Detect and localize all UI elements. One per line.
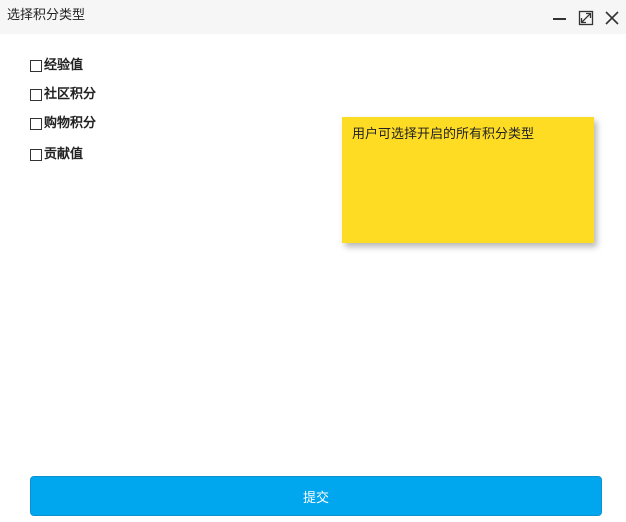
option-community-points-label: 社区积分: [44, 87, 97, 102]
close-icon: [605, 11, 619, 25]
minimize-icon: [553, 18, 566, 20]
maximize-button[interactable]: [577, 9, 595, 27]
minimize-button[interactable]: [551, 9, 569, 27]
checkbox-contribution[interactable]: [30, 149, 42, 161]
window-titlebar: 选择积分类型: [0, 0, 626, 34]
checkbox-shopping-points[interactable]: [30, 118, 42, 130]
option-experience[interactable]: 经验值: [30, 58, 83, 74]
close-button[interactable]: [603, 9, 621, 27]
sticky-note: 用户可选择开启的所有积分类型: [342, 117, 594, 243]
option-shopping-points-label: 购物积分: [44, 116, 97, 131]
maximize-icon: [578, 10, 594, 26]
option-shopping-points[interactable]: 购物积分: [30, 116, 96, 132]
option-experience-label: 经验值: [44, 58, 84, 73]
option-contribution[interactable]: 贡献值: [30, 147, 83, 163]
sticky-note-text: 用户可选择开启的所有积分类型: [352, 127, 535, 142]
option-community-points[interactable]: 社区积分: [30, 87, 96, 103]
checkbox-community-points[interactable]: [30, 89, 42, 101]
option-contribution-label: 贡献值: [44, 147, 84, 162]
submit-button[interactable]: 提交: [30, 476, 602, 516]
checkbox-experience[interactable]: [30, 60, 42, 72]
window-title: 选择积分类型: [7, 8, 86, 23]
